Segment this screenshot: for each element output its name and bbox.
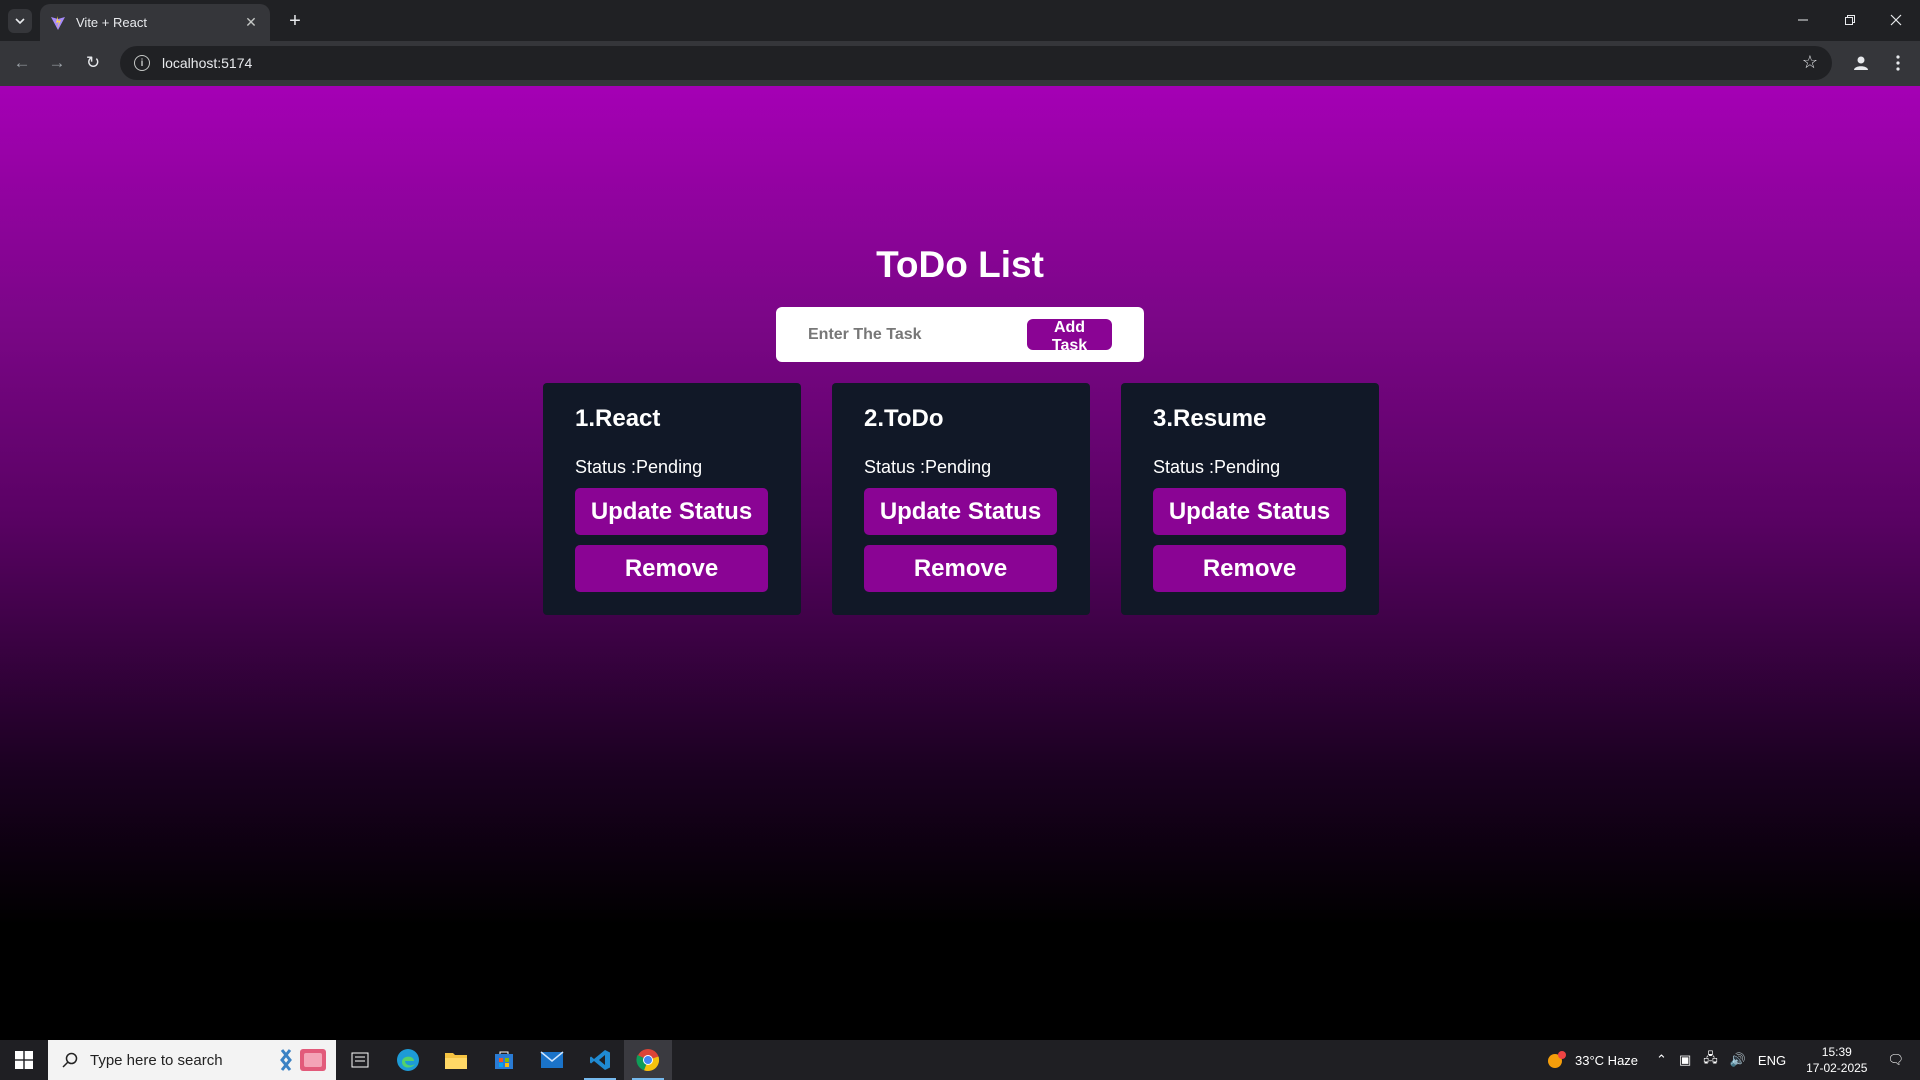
taskbar-search[interactable]: Type here to search [48, 1040, 336, 1080]
chevron-down-icon [15, 18, 25, 25]
taskbar-store[interactable] [480, 1040, 528, 1080]
page-viewport: ToDo List Add Task 1.React Status :Pendi… [0, 86, 1920, 1040]
language-indicator[interactable]: ENG [1758, 1053, 1786, 1068]
weather-text: 33°C Haze [1575, 1052, 1639, 1068]
close-icon [1890, 14, 1902, 26]
address-bar[interactable]: i localhost:5174 ☆ [120, 46, 1832, 80]
windows-taskbar: Type here to search 33°C Haze ⌃ ▣ 🖧 🔊 EN… [0, 1040, 1920, 1080]
vscode-icon [590, 1050, 610, 1070]
store-icon [495, 1051, 513, 1069]
edge-icon [397, 1049, 419, 1071]
tab-title: Vite + React [76, 15, 147, 30]
task-list: 1.React Status :Pending Update Status Re… [543, 383, 1379, 615]
update-status-button[interactable]: Update Status [1153, 488, 1346, 535]
task-status: Status :Pending [864, 457, 992, 477]
weather-sun-icon [1548, 1051, 1567, 1068]
task-card: 1.React Status :Pending Update Status Re… [543, 383, 801, 615]
arrow-right-icon: → [48, 53, 66, 72]
arrow-left-icon: ← [13, 53, 31, 72]
forward-button[interactable]: → [43, 49, 71, 77]
url-text: localhost:5174 [162, 55, 253, 71]
task-card: 3.Resume Status :Pending Update Status R… [1121, 383, 1379, 615]
reload-button[interactable]: ↻ [79, 49, 107, 77]
taskbar-vscode[interactable] [576, 1040, 624, 1080]
restore-button[interactable] [1827, 6, 1873, 34]
browser-toolbar: ← → ↻ i localhost:5174 ☆ [0, 41, 1920, 86]
task-title: 3.Resume [1153, 405, 1267, 432]
back-button[interactable]: ← [8, 49, 36, 77]
task-status: Status :Pending [1153, 457, 1281, 477]
remove-button[interactable]: Remove [575, 545, 768, 592]
add-task-form: Add Task [776, 307, 1144, 362]
new-tab-button[interactable]: + [282, 8, 308, 34]
add-task-button[interactable]: Add Task [1027, 319, 1112, 354]
plus-icon: + [289, 9, 301, 32]
minimize-icon [1798, 19, 1808, 21]
remove-button[interactable]: Remove [864, 545, 1057, 592]
task-status: Status :Pending [575, 457, 703, 477]
system-tray: 33°C Haze ⌃ ▣ 🖧 🔊 ENG 15:39 17-02-2025 🗨 [1539, 1040, 1920, 1080]
browser-tab-strip: Vite + React ✕ + [0, 0, 1920, 41]
notifications-icon[interactable]: 🗨 [1887, 1052, 1904, 1068]
restore-icon [1845, 15, 1855, 25]
remove-button[interactable]: Remove [1153, 545, 1346, 592]
taskbar-file-explorer[interactable] [432, 1040, 480, 1080]
taskbar-edge[interactable] [384, 1040, 432, 1080]
update-status-button[interactable]: Update Status [864, 488, 1057, 535]
network-icon[interactable]: 🖧 [1703, 1049, 1718, 1071]
close-window-button[interactable] [1873, 6, 1919, 34]
search-placeholder: Type here to search [90, 1051, 223, 1069]
browser-tab[interactable]: Vite + React ✕ [40, 4, 270, 41]
search-highlight-icon [276, 1046, 328, 1074]
folder-icon [445, 1053, 467, 1069]
clock-time: 15:39 [1821, 1045, 1852, 1059]
windows-logo-icon [15, 1051, 33, 1069]
task-title: 1.React [575, 405, 661, 432]
tab-close-icon[interactable]: ✕ [242, 14, 260, 31]
page-title: ToDo List [876, 244, 1044, 285]
kebab-menu-icon [1896, 55, 1900, 71]
mail-icon [540, 1051, 564, 1068]
task-view-button[interactable] [336, 1040, 384, 1080]
weather-widget[interactable]: 33°C Haze [1545, 1050, 1644, 1070]
bookmark-star-icon[interactable]: ☆ [1802, 52, 1818, 73]
vite-logo-icon [51, 15, 65, 30]
chrome-icon [636, 1049, 660, 1071]
volume-icon[interactable]: 🔊 [1730, 1052, 1746, 1068]
task-view-icon [351, 1052, 369, 1068]
browser-menu-button[interactable] [1884, 49, 1912, 77]
profile-icon [1854, 56, 1868, 70]
search-icon [62, 1052, 78, 1068]
task-title: 2.ToDo [864, 405, 944, 432]
profile-button[interactable] [1847, 49, 1875, 77]
task-input[interactable] [808, 325, 1027, 344]
chevron-up-icon[interactable]: ⌃ [1656, 1052, 1667, 1068]
update-status-button[interactable]: Update Status [575, 488, 768, 535]
clock-date: 17-02-2025 [1806, 1061, 1868, 1075]
start-button[interactable] [0, 1040, 48, 1080]
meet-now-icon[interactable]: ▣ [1679, 1052, 1691, 1068]
tab-search-button[interactable] [8, 9, 32, 33]
reload-icon: ↻ [85, 53, 101, 72]
site-info-icon[interactable]: i [134, 55, 150, 71]
taskbar-mail[interactable] [528, 1040, 576, 1080]
task-card: 2.ToDo Status :Pending Update Status Rem… [832, 383, 1090, 615]
taskbar-chrome[interactable] [624, 1040, 672, 1080]
taskbar-clock[interactable]: 15:39 17-02-2025 [1806, 1044, 1867, 1076]
minimize-button[interactable] [1780, 6, 1826, 34]
